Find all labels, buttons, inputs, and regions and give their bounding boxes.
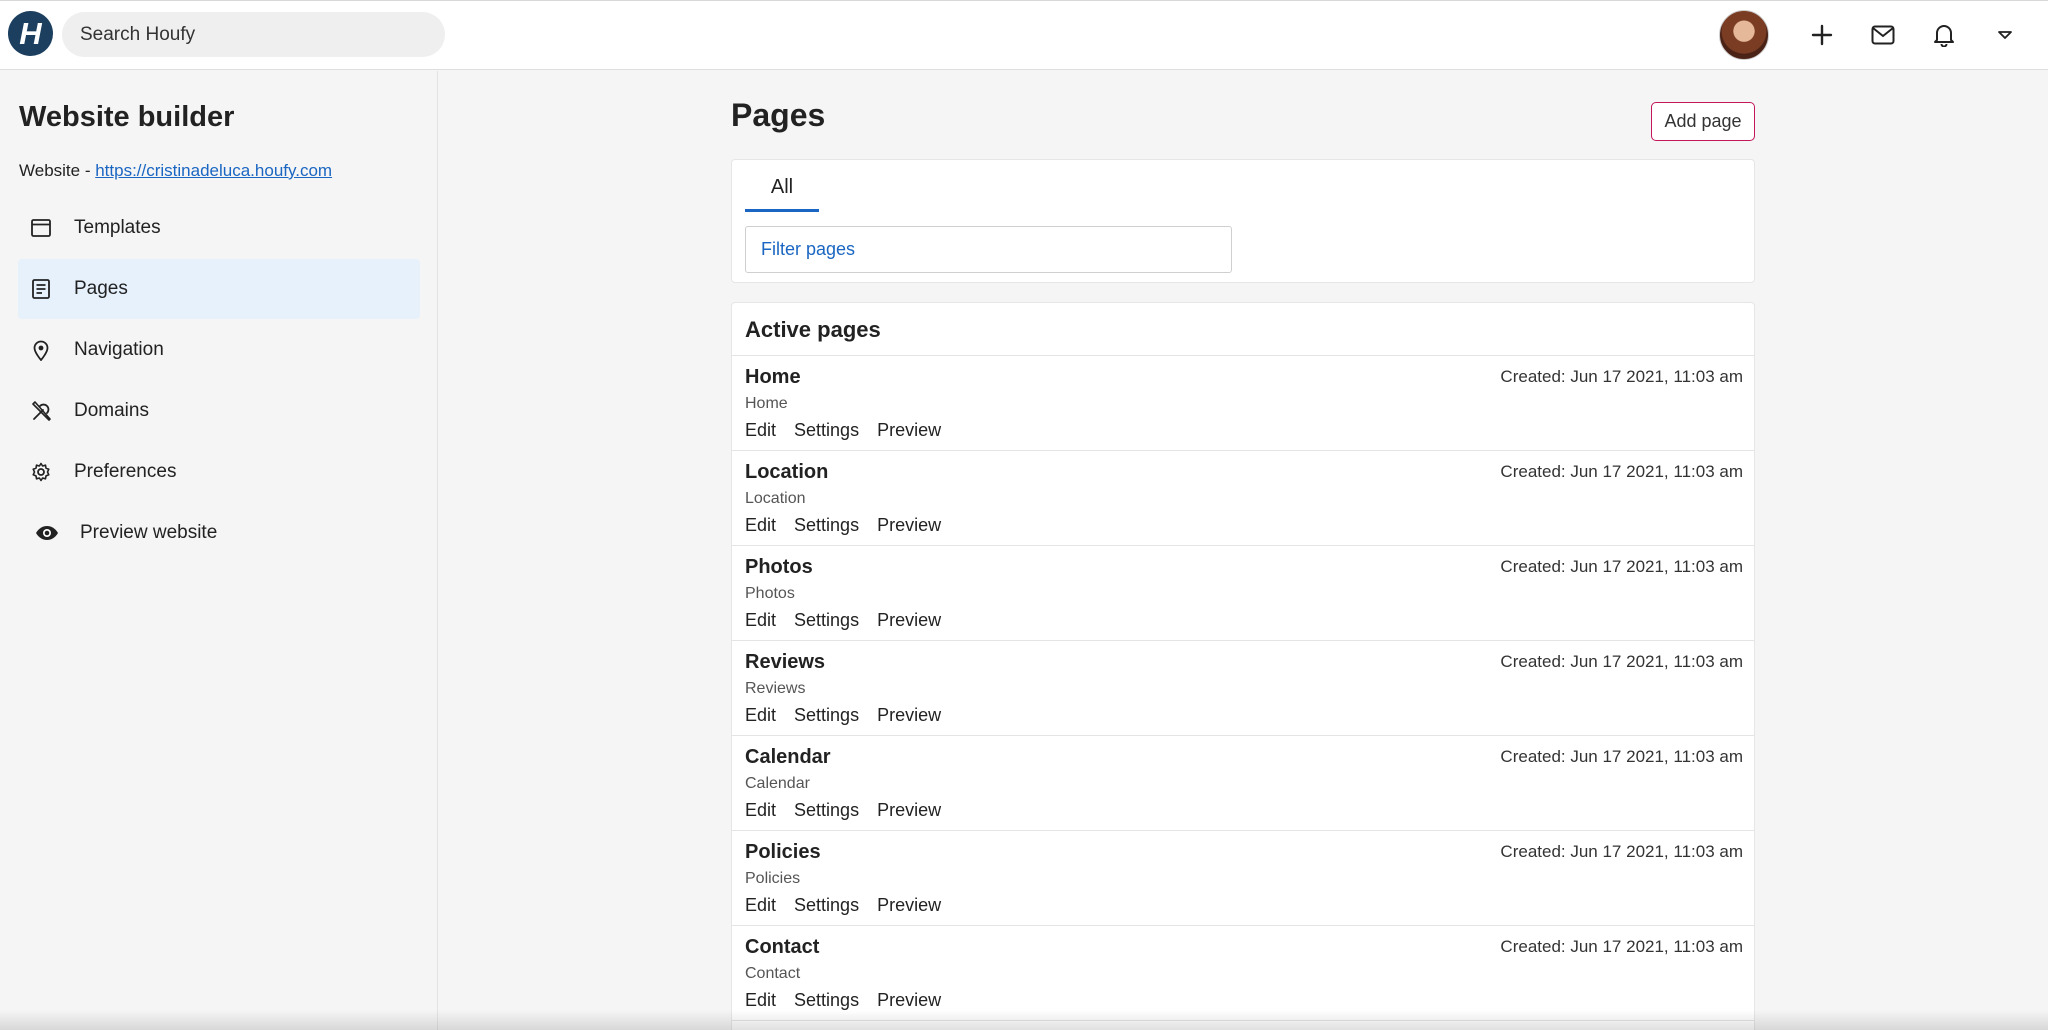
page-slug: Contact: [745, 965, 801, 982]
sidebar: Website builder Website - https://cristi…: [0, 71, 438, 1030]
page-created: Created: Jun 17 2021, 11:03 am: [1500, 652, 1743, 671]
map-pin-icon: [28, 337, 54, 363]
page-name: Policies: [745, 841, 821, 863]
page-row-contact: Contact Contact Created: Jun 17 2021, 11…: [732, 925, 1754, 1020]
add-page-button[interactable]: Add page: [1651, 102, 1755, 141]
preview-link[interactable]: Preview: [877, 610, 941, 631]
page-row-photos: Photos Photos Created: Jun 17 2021, 11:0…: [732, 545, 1754, 640]
settings-link[interactable]: Settings: [794, 800, 859, 821]
page-name: Calendar: [745, 746, 831, 768]
page-slug: Calendar: [745, 775, 810, 792]
chevron-down-icon[interactable]: [1990, 20, 2020, 50]
filter-pages-input[interactable]: Filter pages: [745, 226, 1232, 273]
sidebar-item-navigation[interactable]: Navigation: [18, 320, 420, 380]
sidebar-item-templates[interactable]: Templates: [18, 198, 420, 258]
plus-icon[interactable]: [1807, 20, 1837, 50]
page-name: Location: [745, 461, 829, 483]
edit-link[interactable]: Edit: [745, 515, 776, 536]
sidebar-title: Website builder: [19, 101, 235, 133]
settings-link[interactable]: Settings: [794, 895, 859, 916]
page-name: Photos: [745, 556, 813, 578]
sidebar-item-domains[interactable]: Domains: [18, 381, 420, 441]
page-slug: Home: [745, 395, 788, 412]
tools-icon: [28, 398, 54, 424]
settings-link[interactable]: Settings: [794, 515, 859, 536]
document-icon: [28, 276, 54, 302]
page-created: Created: Jun 17 2021, 11:03 am: [1500, 747, 1743, 766]
page-slug: Location: [745, 490, 806, 507]
website-info: Website - https://cristinadeluca.houfy.c…: [19, 161, 332, 181]
page-row-home: Home Home Created: Jun 17 2021, 11:03 am…: [732, 355, 1754, 450]
preview-link[interactable]: Preview: [877, 420, 941, 441]
page-row-calendar: Calendar Calendar Created: Jun 17 2021, …: [732, 735, 1754, 830]
tab-all[interactable]: All: [745, 174, 819, 212]
user-avatar[interactable]: [1719, 10, 1769, 60]
preview-link[interactable]: Preview: [877, 515, 941, 536]
eye-icon: [34, 520, 60, 546]
sidebar-item-label: Preferences: [74, 461, 177, 482]
houfy-logo[interactable]: H: [8, 11, 53, 56]
page-row-location: Location Location Created: Jun 17 2021, …: [732, 450, 1754, 545]
sidebar-item-label: Templates: [74, 217, 161, 238]
bottom-shadow: [0, 1010, 2048, 1030]
page-row-policies: Policies Policies Created: Jun 17 2021, …: [732, 830, 1754, 925]
page-slug: Policies: [745, 870, 801, 887]
page-title: Pages: [731, 97, 826, 133]
settings-link[interactable]: Settings: [794, 705, 859, 726]
sidebar-item-label: Preview website: [80, 522, 218, 543]
page-created: Created: Jun 17 2021, 11:03 am: [1500, 462, 1743, 481]
sidebar-item-label: Domains: [74, 400, 149, 421]
settings-link[interactable]: Settings: [794, 990, 859, 1011]
website-label: Website -: [19, 161, 96, 180]
edit-link[interactable]: Edit: [745, 420, 776, 441]
edit-link[interactable]: Edit: [745, 800, 776, 821]
edit-link[interactable]: Edit: [745, 895, 776, 916]
preview-link[interactable]: Preview: [877, 895, 941, 916]
page-slug: Photos: [745, 585, 795, 602]
edit-link[interactable]: Edit: [745, 705, 776, 726]
page-created: Created: Jun 17 2021, 11:03 am: [1500, 557, 1743, 576]
page-name: Reviews: [745, 651, 826, 673]
bell-icon[interactable]: [1929, 20, 1959, 50]
page-created: Created: Jun 17 2021, 11:03 am: [1500, 842, 1743, 861]
browser-window-icon: [28, 215, 54, 241]
active-pages-card: Active pages Home Home Created: Jun 17 2…: [731, 302, 1755, 1030]
preview-link[interactable]: Preview: [877, 800, 941, 821]
website-url-link[interactable]: https://cristinadeluca.houfy.com: [95, 161, 332, 180]
gear-icon: [28, 459, 54, 485]
edit-link[interactable]: Edit: [745, 990, 776, 1011]
sidebar-item-label: Pages: [74, 278, 128, 299]
settings-link[interactable]: Settings: [794, 420, 859, 441]
filter-card: All Filter pages: [731, 159, 1755, 283]
page-row-reviews: Reviews Reviews Created: Jun 17 2021, 11…: [732, 640, 1754, 735]
sidebar-item-pages[interactable]: Pages: [18, 259, 420, 319]
active-pages-title: Active pages: [745, 317, 881, 342]
settings-link[interactable]: Settings: [794, 610, 859, 631]
page-slug: Reviews: [745, 680, 806, 697]
sidebar-item-label: Navigation: [74, 339, 164, 360]
sidebar-item-preferences[interactable]: Preferences: [18, 442, 420, 502]
preview-link[interactable]: Preview: [877, 705, 941, 726]
edit-link[interactable]: Edit: [745, 610, 776, 631]
page-created: Created: Jun 17 2021, 11:03 am: [1500, 367, 1743, 386]
top-bar: H Search Houfy: [0, 0, 2048, 70]
search-input[interactable]: Search Houfy: [62, 12, 445, 57]
page-created: Created: Jun 17 2021, 11:03 am: [1500, 937, 1743, 956]
preview-link[interactable]: Preview: [877, 990, 941, 1011]
sidebar-item-preview-website[interactable]: Preview website: [18, 503, 420, 563]
mail-icon[interactable]: [1868, 20, 1898, 50]
page-name: Home: [745, 366, 801, 388]
page-name: Contact: [745, 936, 820, 958]
